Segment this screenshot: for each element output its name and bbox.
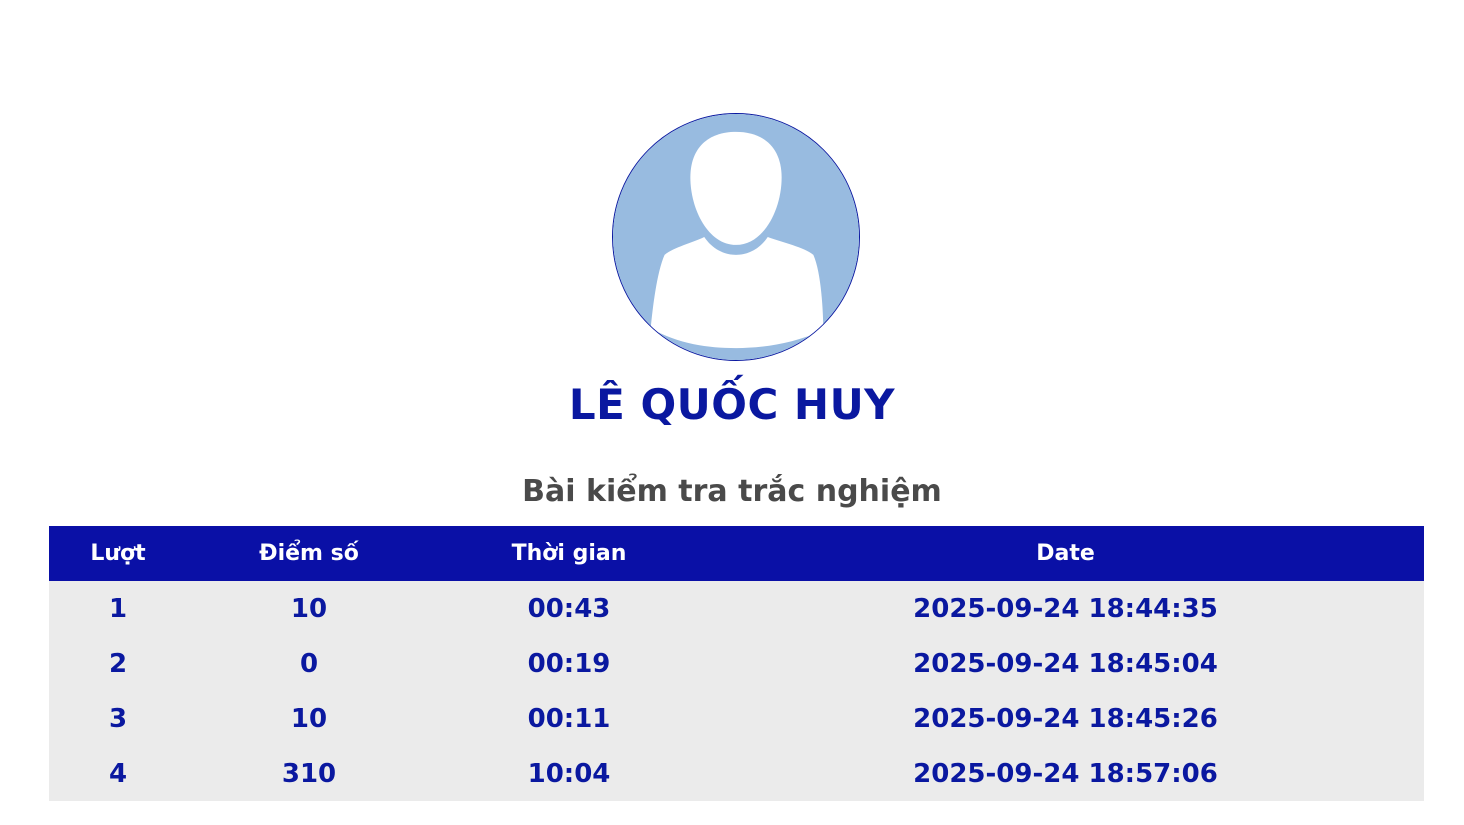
cell-date: 2025-09-24 18:45:26 [707, 691, 1424, 746]
cell-attempt: 2 [49, 636, 187, 691]
table-row: 4 310 10:04 2025-09-24 18:57:06 [49, 746, 1424, 801]
table-row: 3 10 00:11 2025-09-24 18:45:26 [49, 691, 1424, 746]
cell-attempt: 3 [49, 691, 187, 746]
table-header-row: Lượt Điểm số Thời gian Date [49, 526, 1424, 581]
user-name: LÊ QUỐC HUY [568, 380, 896, 429]
column-header-score: Điểm số [187, 526, 431, 581]
cell-date: 2025-09-24 18:45:04 [707, 636, 1424, 691]
cell-attempt: 1 [49, 581, 187, 636]
cell-time: 10:04 [431, 746, 707, 801]
column-header-time: Thời gian [431, 526, 707, 581]
cell-score: 10 [187, 581, 431, 636]
cell-time: 00:19 [431, 636, 707, 691]
cell-score: 10 [187, 691, 431, 746]
column-header-date: Date [707, 526, 1424, 581]
cell-score: 0 [187, 636, 431, 691]
table-row: 2 0 00:19 2025-09-24 18:45:04 [49, 636, 1424, 691]
cell-score: 310 [187, 746, 431, 801]
cell-attempt: 4 [49, 746, 187, 801]
column-header-attempt: Lượt [49, 526, 187, 581]
cell-time: 00:11 [431, 691, 707, 746]
table-row: 1 10 00:43 2025-09-24 18:44:35 [49, 581, 1424, 636]
cell-date: 2025-09-24 18:44:35 [707, 581, 1424, 636]
cell-date: 2025-09-24 18:57:06 [707, 746, 1424, 801]
default-user-avatar-icon [613, 114, 859, 360]
cell-time: 00:43 [431, 581, 707, 636]
results-table: Lượt Điểm số Thời gian Date 1 10 00:43 2… [49, 526, 1424, 801]
test-title: Bài kiểm tra trắc nghiệm [522, 474, 942, 509]
avatar [612, 113, 860, 361]
page: LÊ QUỐC HUY Bài kiểm tra trắc nghiệm Lượ… [0, 0, 1464, 825]
